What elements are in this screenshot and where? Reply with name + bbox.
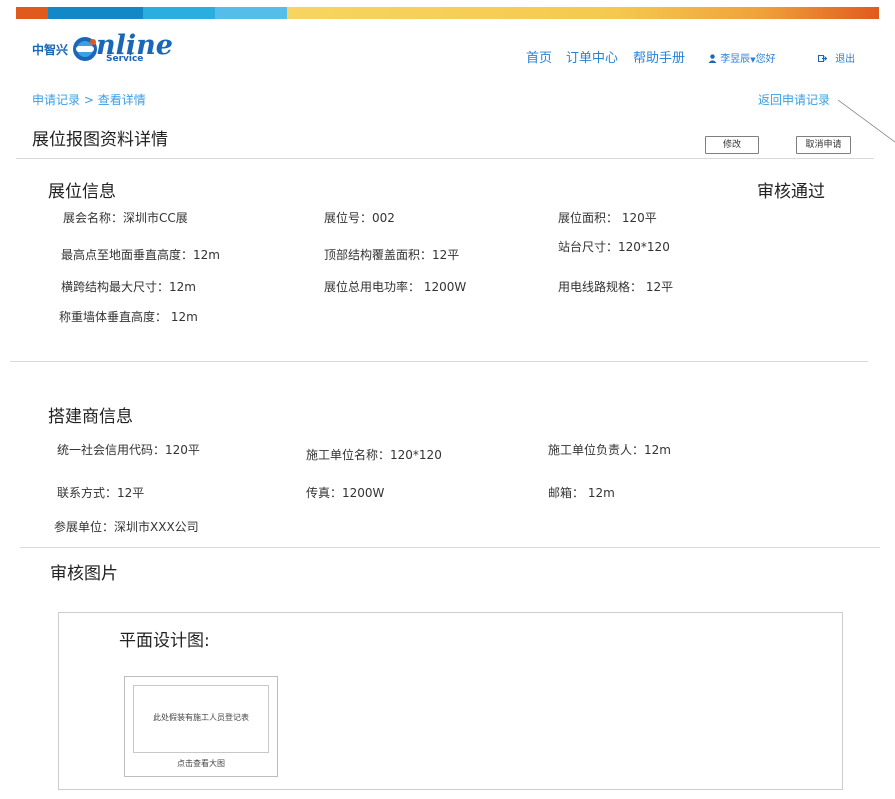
field-email: 邮箱： 12m (548, 486, 615, 500)
field-fax: 传真：1200W (306, 486, 385, 500)
breadcrumb-current: 查看详情 (97, 93, 146, 107)
breadcrumb-parent[interactable]: 申请记录 (32, 93, 80, 107)
field-roof-coverage: 顶部结构覆盖面积：12平 (324, 248, 460, 262)
field-booth-area: 展位面积： 120平 (558, 211, 657, 225)
field-contractor-name: 施工单位名称：120*120 (306, 448, 442, 462)
cancel-application-button[interactable]: 取消申请 (796, 136, 851, 154)
user-icon (708, 54, 717, 63)
field-wall-height: 称重墙体垂直高度： 12m (59, 310, 198, 324)
field-contact: 联系方式：12平 (57, 486, 145, 500)
plan-design-title: 平面设计图: (119, 631, 210, 651)
page-title: 展位报图资料详情 (32, 130, 168, 150)
brand-logo-sub: Service (106, 54, 144, 64)
breadcrumb: 申请记录 > 查看详情 (32, 91, 146, 108)
back-to-records-link[interactable]: 返回申请记录 (758, 91, 830, 108)
divider (10, 361, 868, 362)
user-name: 李昱辰 (720, 54, 751, 65)
user-menu[interactable]: 李昱辰▼您好 (708, 50, 776, 65)
divider (20, 547, 880, 548)
placeholder-text: 此处假装有施工人员登记表 (153, 713, 249, 722)
field-contractor-manager: 施工单位负责人：12m (548, 443, 671, 457)
breadcrumb-separator: > (83, 93, 94, 107)
thumbnail-image-placeholder: 此处假装有施工人员登记表 (133, 685, 269, 753)
logo-icon (73, 37, 97, 61)
logout-label: 退出 (835, 54, 856, 65)
builder-section-title: 搭建商信息 (48, 407, 133, 427)
nav-order-center[interactable]: 订单中心 (566, 47, 618, 66)
plan-thumbnail[interactable]: 此处假装有施工人员登记表 点击查看大图 (124, 676, 278, 777)
field-platform-size: 站台尺寸：120*120 (558, 240, 670, 254)
greeting: 您好 (755, 54, 776, 65)
nav-help-manual[interactable]: 帮助手册 (633, 47, 685, 66)
logout-button[interactable]: 退出 (818, 50, 855, 65)
brand-name: 中智兴 (32, 43, 69, 57)
field-max-height: 最高点至地面垂直高度：12m (61, 248, 220, 262)
booth-section-title: 展位信息 (48, 182, 116, 202)
review-images-title: 审核图片 (50, 564, 118, 584)
divider (16, 158, 874, 159)
edit-button[interactable]: 修改 (705, 136, 759, 154)
field-expo-name: 展会名称：深圳市CC展 (63, 211, 188, 225)
view-large-link[interactable]: 点击查看大图 (125, 758, 277, 769)
field-wire-spec: 用电线路规格： 12平 (558, 280, 674, 294)
logout-icon (818, 54, 828, 63)
field-total-power: 展位总用电功率： 1200W (324, 280, 467, 294)
field-credit-code: 统一社会信用代码：120平 (57, 443, 200, 457)
field-booth-number: 展位号：002 (324, 211, 395, 225)
review-status-badge: 审核通过 (757, 182, 825, 202)
nav-home[interactable]: 首页 (526, 47, 552, 66)
field-exhibitor: 参展单位：深圳市XXX公司 (54, 520, 199, 534)
field-span-max-size: 横跨结构最大尺寸：12m (61, 280, 196, 294)
